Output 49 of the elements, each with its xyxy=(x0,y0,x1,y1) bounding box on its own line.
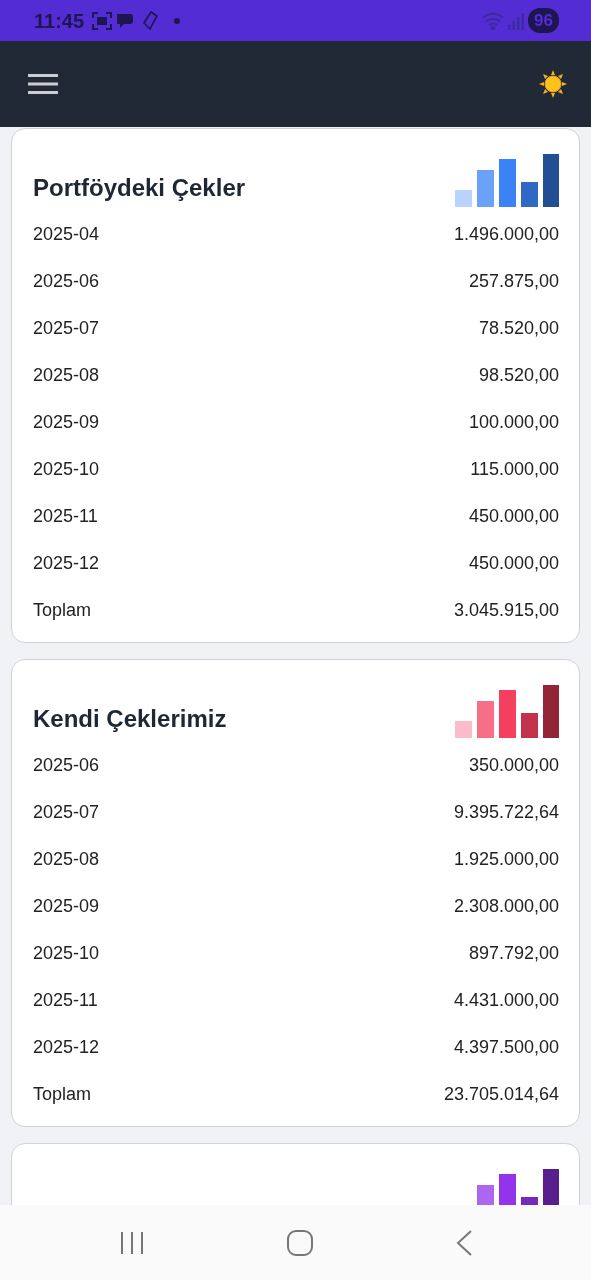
signal-icon xyxy=(508,11,525,30)
card-title: Kendi Çeklerimiz xyxy=(33,705,227,734)
amount-value: 100.000,00 xyxy=(468,411,559,434)
amount-value: 257.875,00 xyxy=(468,270,559,293)
card-title: Portföydeki Çekler xyxy=(33,174,246,203)
amount-value: 78.520,00 xyxy=(478,317,559,340)
amount-value: 450.000,00 xyxy=(468,552,559,575)
battery-level: 96 xyxy=(528,7,559,34)
period-label: 2025-06 xyxy=(33,270,100,293)
screenshot-icon xyxy=(92,11,113,30)
amount-value: 1.925.000,00 xyxy=(453,848,559,871)
home-icon[interactable] xyxy=(286,1229,313,1256)
period-label: 2025-07 xyxy=(33,317,100,340)
period-label: 2025-11 xyxy=(33,505,98,528)
period-label: Toplam xyxy=(33,1083,92,1106)
amount-value: 4.431.000,00 xyxy=(453,989,559,1012)
amount-value: 3.045.915,00 xyxy=(453,599,559,622)
amount-value: 350.000,00 xyxy=(468,754,559,777)
amount-value: 115.000,00 xyxy=(470,458,559,481)
period-label: 2025-08 xyxy=(33,848,100,871)
amount-value: 9.395.722,64 xyxy=(453,801,559,824)
amount-value: 897.792,00 xyxy=(468,942,559,965)
period-label: 2025-10 xyxy=(33,458,100,481)
sun-icon[interactable] xyxy=(539,70,567,98)
amount-value: 1.496.000,00 xyxy=(453,223,559,246)
period-label: 2025-08 xyxy=(33,364,100,387)
wifi-icon xyxy=(482,11,505,30)
period-label: 2025-11 xyxy=(33,989,98,1012)
dot-icon xyxy=(174,17,181,24)
period-label: 2025-04 xyxy=(33,223,100,246)
period-label: 2025-09 xyxy=(33,411,100,434)
amount-value: 2.308.000,00 xyxy=(453,895,559,918)
menu-icon[interactable] xyxy=(28,74,58,94)
period-label: 2025-12 xyxy=(33,1036,100,1059)
amount-value: 4.397.500,00 xyxy=(453,1036,559,1059)
period-label: 2025-06 xyxy=(33,754,100,777)
amount-value: 23.705.014,64 xyxy=(443,1083,559,1106)
clock-time: 11:45 xyxy=(34,8,85,34)
chat-icon xyxy=(116,12,135,29)
amount-value: 98.520,00 xyxy=(478,364,559,387)
back-icon[interactable] xyxy=(455,1229,472,1256)
period-label: Toplam xyxy=(33,599,92,622)
period-label: 2025-07 xyxy=(33,801,100,824)
amount-value: 450.000,00 xyxy=(468,505,559,528)
recent-apps-icon[interactable] xyxy=(119,1231,144,1254)
period-label: 2025-09 xyxy=(33,895,100,918)
tag-icon xyxy=(142,10,159,31)
period-label: 2025-12 xyxy=(33,552,100,575)
period-label: 2025-10 xyxy=(33,942,100,965)
